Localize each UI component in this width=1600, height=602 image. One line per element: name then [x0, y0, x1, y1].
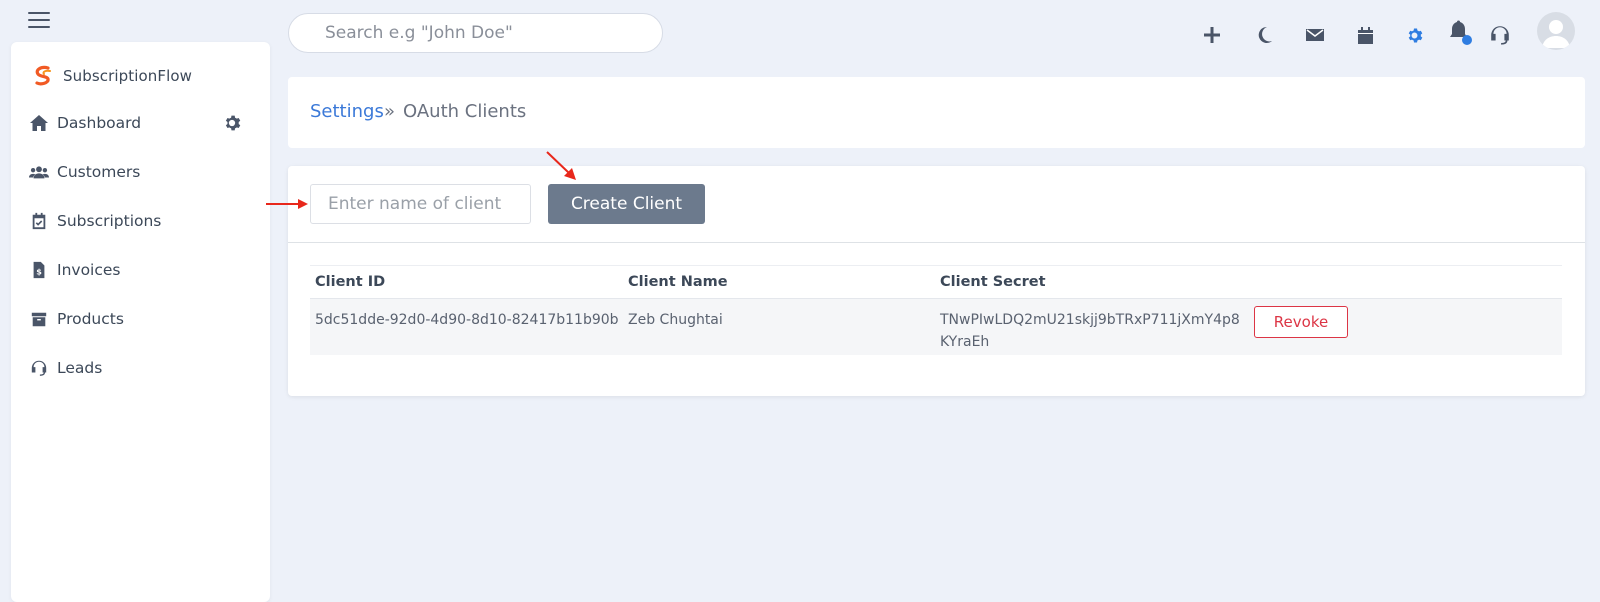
- users-icon: [29, 166, 49, 179]
- client-secret-cell: TNwPIwLDQ2mU21skjj9bTRxP711jXmY4p8 KYraE…: [940, 309, 1240, 353]
- page-title: OAuth Clients: [403, 101, 527, 122]
- client-id-cell: 5dc51dde-92d0-4d90-8d10-82417b11b90b: [315, 312, 619, 328]
- create-client-button[interactable]: Create Client: [548, 184, 705, 224]
- sidebar-item-leads[interactable]: Leads: [29, 359, 102, 377]
- sidebar-item-dashboard[interactable]: Dashboard: [29, 114, 141, 132]
- logo-icon: [35, 65, 51, 86]
- settings-gear-icon[interactable]: [1403, 18, 1425, 52]
- plus-icon[interactable]: [1200, 18, 1224, 52]
- column-header-client-secret: Client Secret: [940, 274, 1046, 290]
- sidebar-item-label: Dashboard: [57, 114, 142, 132]
- divider: [288, 242, 1585, 243]
- sidebar-item-invoices[interactable]: $ Invoices: [29, 261, 121, 279]
- mail-icon[interactable]: [1304, 18, 1326, 52]
- column-header-client-id: Client ID: [315, 274, 386, 290]
- breadcrumb-separator: »: [384, 101, 396, 122]
- client-name-input[interactable]: [310, 184, 531, 224]
- client-name-cell: Zeb Chughtai: [628, 312, 723, 328]
- archive-icon: [31, 312, 47, 327]
- search-input[interactable]: [288, 13, 663, 53]
- sidebar-item-label: Invoices: [57, 261, 121, 279]
- sidebar-item-subscriptions[interactable]: Subscriptions: [29, 212, 161, 230]
- client-secret-line: TNwPIwLDQ2mU21skjj9bTRxP711jXmY4p8: [940, 312, 1240, 328]
- menu-toggle-icon[interactable]: [28, 12, 50, 28]
- sidebar-item-label: Subscriptions: [57, 212, 162, 230]
- sidebar-item-label: Customers: [57, 163, 141, 181]
- avatar[interactable]: [1537, 12, 1575, 50]
- svg-text:$: $: [36, 267, 42, 277]
- column-header-client-name: Client Name: [628, 274, 728, 290]
- home-icon: [30, 115, 48, 131]
- calendar-check-icon: [32, 212, 46, 230]
- gear-icon[interactable]: [223, 114, 241, 132]
- bell-icon[interactable]: [1446, 16, 1474, 50]
- table-row: 5dc51dde-92d0-4d90-8d10-82417b11b90b Zeb…: [310, 299, 1562, 355]
- annotation-arrow-icon: [546, 151, 576, 180]
- invoice-icon: $: [33, 261, 45, 279]
- annotation-arrow-icon: [266, 199, 308, 209]
- clients-table: Client ID Client Name Client Secret 5dc5…: [310, 265, 1562, 355]
- table-header: Client ID Client Name Client Secret: [310, 265, 1562, 299]
- brand[interactable]: SubscriptionFlow: [31, 64, 192, 88]
- sidebar-item-products[interactable]: Products: [29, 310, 124, 328]
- client-secret-line: KYraEh: [940, 334, 990, 350]
- support-headset-icon[interactable]: [1487, 18, 1513, 52]
- headset-icon: [31, 360, 47, 376]
- calendar-icon[interactable]: [1354, 18, 1376, 52]
- sidebar: SubscriptionFlow Dashboard Customers Sub…: [11, 42, 270, 602]
- sidebar-item-customers[interactable]: Customers: [29, 163, 140, 181]
- moon-icon[interactable]: [1254, 18, 1276, 52]
- sidebar-item-label: Products: [57, 310, 124, 328]
- breadcrumb: Settings » OAuth Clients: [288, 77, 1585, 148]
- revoke-button[interactable]: Revoke: [1254, 306, 1348, 338]
- oauth-clients-card: Create Client Client ID Client Name Clie…: [288, 166, 1585, 396]
- sidebar-item-label: Leads: [57, 359, 103, 377]
- breadcrumb-link-settings[interactable]: Settings: [310, 101, 384, 122]
- brand-name: SubscriptionFlow: [63, 67, 193, 85]
